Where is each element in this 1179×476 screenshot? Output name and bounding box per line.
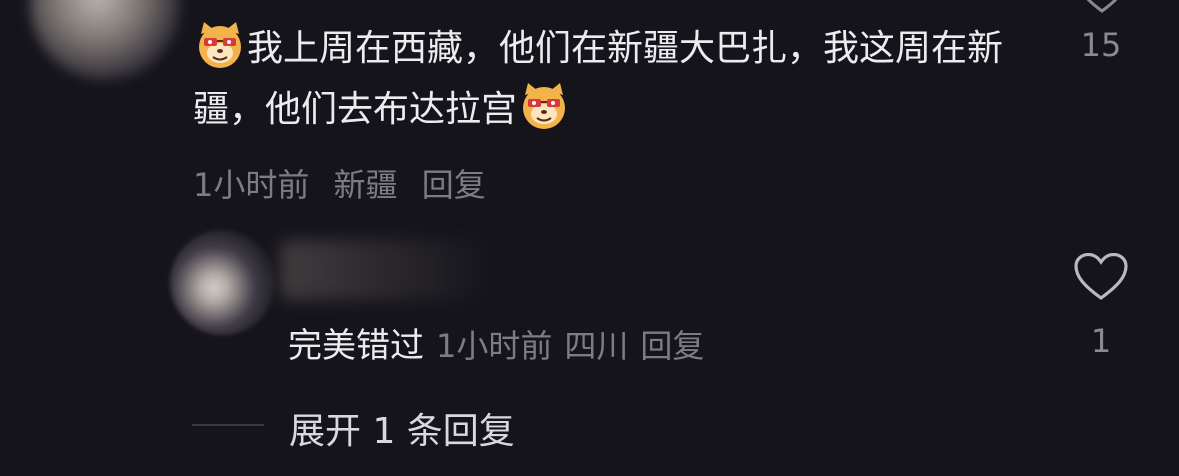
commenter-avatar[interactable] [30,0,180,80]
comment-time: 1小时前 [193,166,310,204]
comment-meta: 1小时前 新疆 回复 [193,160,500,206]
reply-button[interactable]: 回复 [422,166,486,204]
dog-emoji-icon [523,83,566,129]
comment-body: 我上周在西藏，他们在新疆大巴扎，我这周在新疆，他们去布达拉宫 [193,28,1004,130]
reply-location: 四川 [564,327,629,365]
dog-emoji-icon [199,22,241,68]
comment-location: 新疆 [333,166,398,204]
expand-divider [192,424,264,426]
reply-like-count: 1 [1090,322,1112,360]
reply-time: 1小时前 [436,327,553,365]
reply-row: 完美错过 1小时前 四川 回复 [288,318,716,367]
reply-text: 完美错过 [288,326,424,366]
reply-avatar[interactable] [170,230,275,335]
reply-like-heart-icon[interactable] [1074,253,1128,301]
like-heart-icon[interactable] [1079,0,1125,14]
like-count: 15 [1080,26,1122,64]
expand-replies-button[interactable]: 展开 1 条回复 [289,402,515,454]
reply-username-blurred[interactable] [280,240,490,300]
reply-reply-button[interactable]: 回复 [640,327,704,365]
comment-text: 我上周在西藏，他们在新疆大巴扎，我这周在新疆，他们去布达拉宫 [193,18,1023,140]
